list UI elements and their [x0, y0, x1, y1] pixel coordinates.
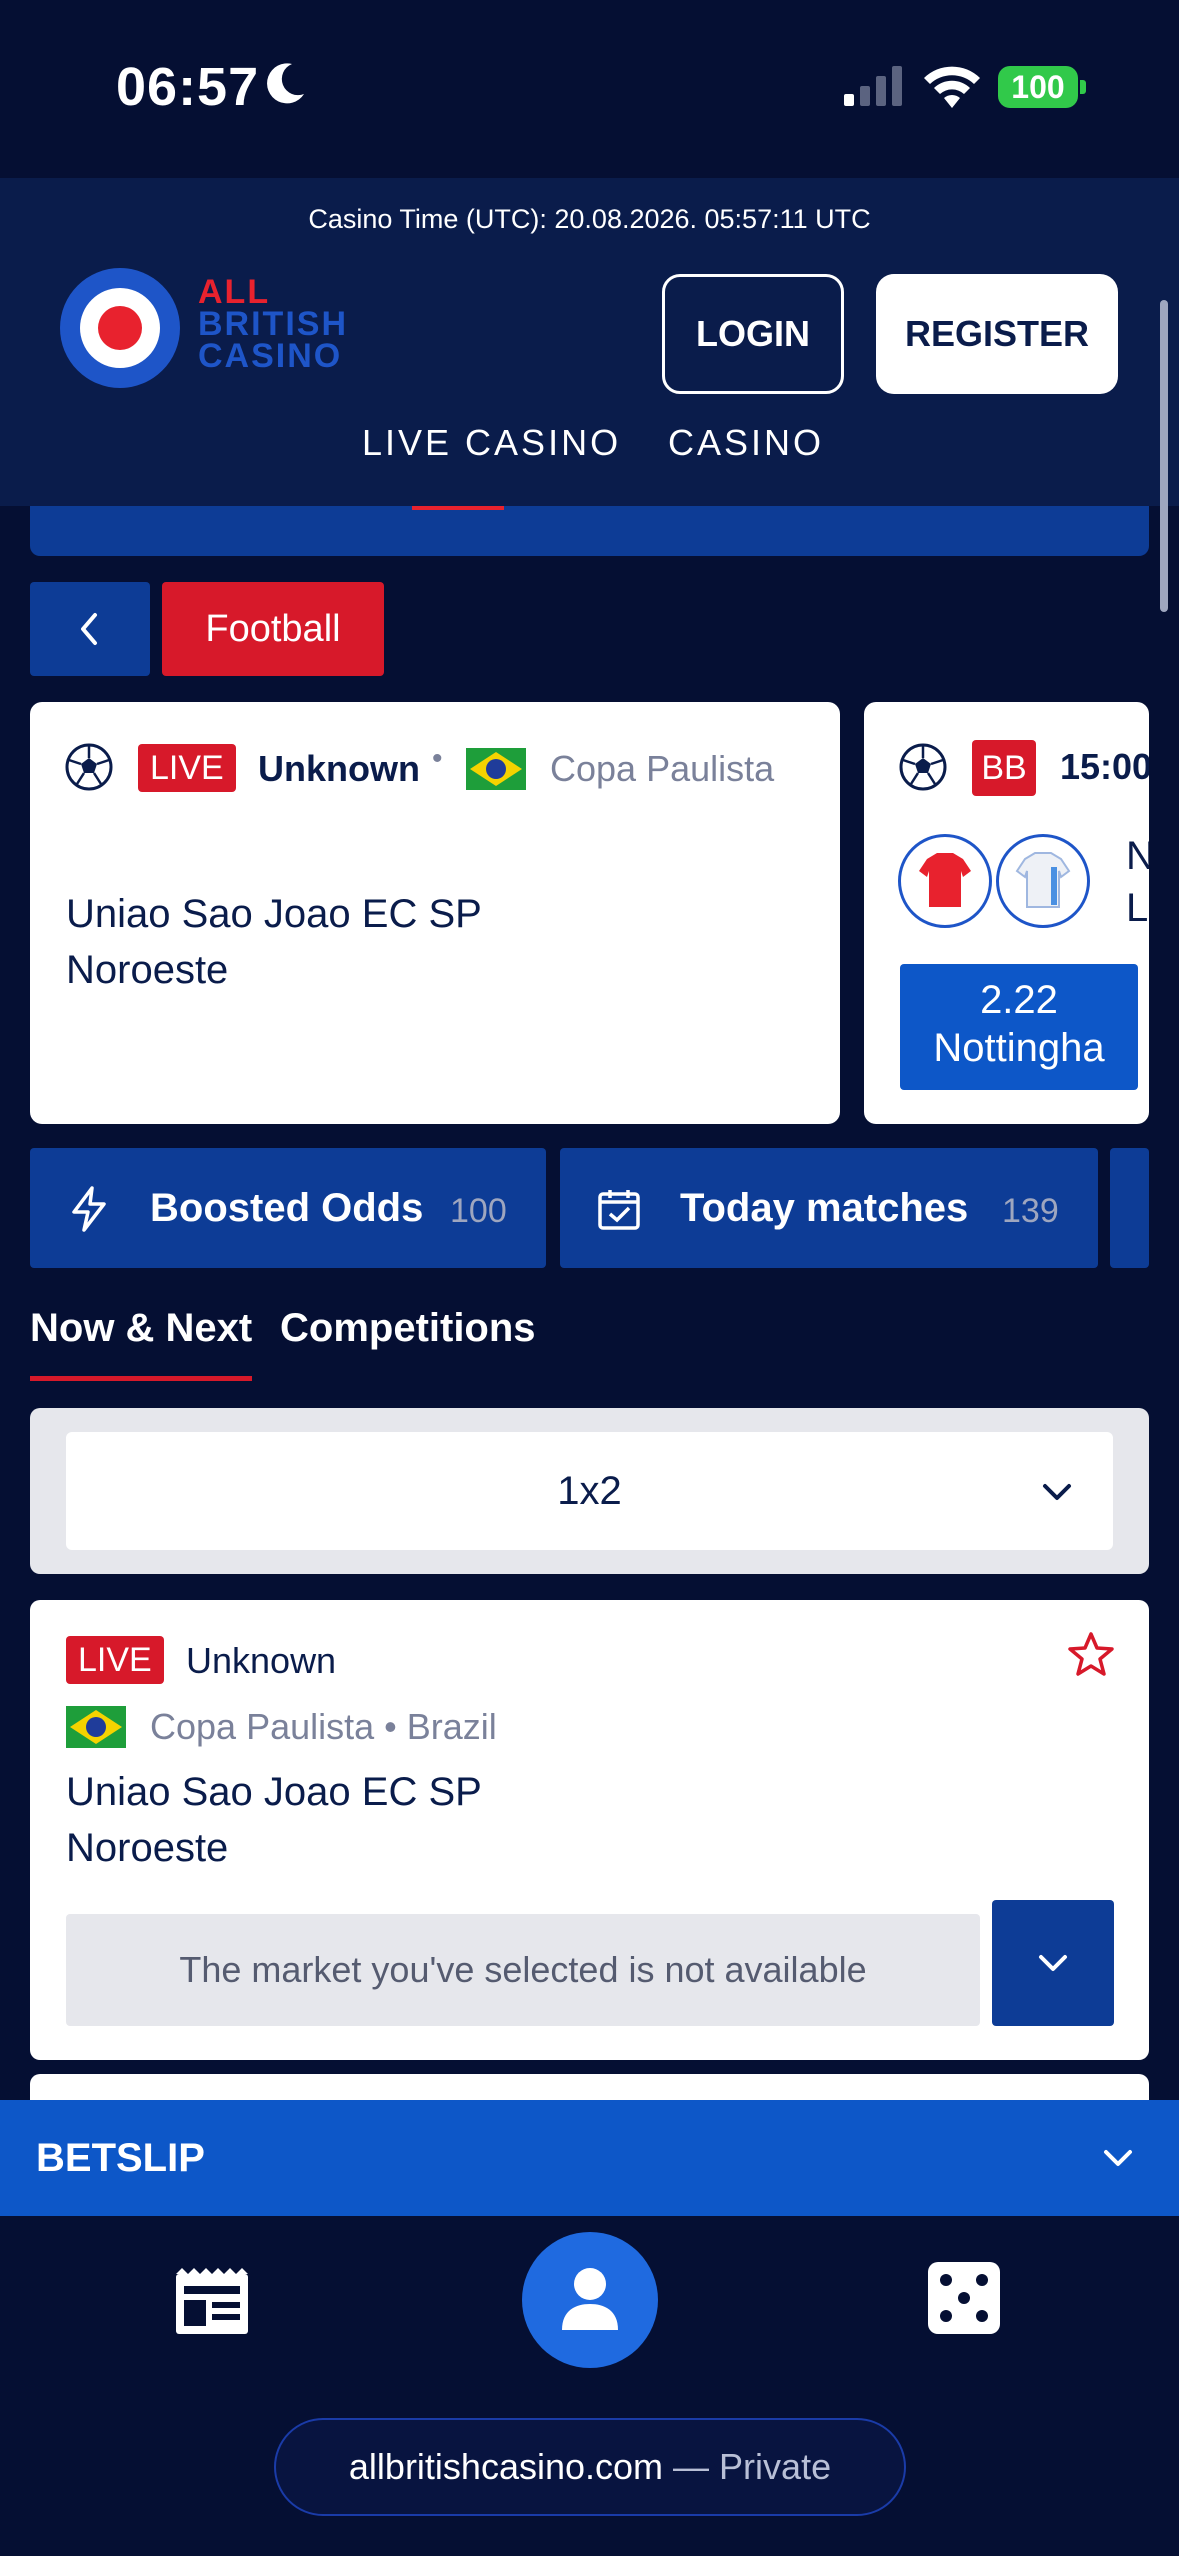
- today-matches-tile[interactable]: Today matches 139: [560, 1148, 1098, 1268]
- home-jersey-icon: [898, 834, 992, 928]
- away-team-initial: L: [1126, 886, 1149, 930]
- url-host: allbritishcasino.com: [348, 2446, 664, 2487]
- nav-casino[interactable]: CASINO: [668, 422, 824, 464]
- bet-builder-badge: BB: [972, 740, 1036, 796]
- team-names-truncated: N L: [1126, 830, 1149, 934]
- site-header: Casino Time (UTC): 20.08.2026. 05:57:11 …: [0, 178, 1179, 506]
- live-badge: LIVE: [138, 744, 236, 792]
- casino-time: Casino Time (UTC): 20.08.2026. 05:57:11 …: [308, 204, 871, 234]
- lightning-icon: [72, 1186, 106, 1232]
- tile-count: 139: [1002, 1192, 1059, 1230]
- market-selected-value: 1x2: [557, 1469, 622, 1513]
- chevron-down-icon: [1039, 1955, 1067, 1971]
- casino-dice-icon[interactable]: [928, 2262, 1000, 2334]
- sub-navigation-strip: [30, 506, 1149, 556]
- chevron-down-icon: [1104, 2150, 1132, 2166]
- tile-label: Today matches: [680, 1186, 969, 1230]
- tab-competitions[interactable]: Competitions: [280, 1306, 536, 1351]
- betslip-bar[interactable]: BETSLIP: [0, 2100, 1179, 2216]
- market-dropdown[interactable]: 1x2: [66, 1432, 1113, 1550]
- tile-label: Boosted Odds: [150, 1186, 424, 1230]
- odds-value: 2.22: [980, 978, 1058, 1022]
- away-team: Noroeste: [66, 948, 229, 992]
- football-icon: [65, 743, 113, 791]
- match-card[interactable]: LIVE Unknown Copa Paulista • Brazil Unia…: [30, 1600, 1149, 2060]
- battery-indicator: 100: [998, 66, 1078, 108]
- market-selector-container: 1x2: [30, 1408, 1149, 1574]
- back-button[interactable]: [30, 582, 150, 676]
- brazil-flag-icon: [66, 1706, 126, 1748]
- moon-icon: [267, 63, 304, 104]
- nav-live-casino[interactable]: LIVE CASINO: [362, 422, 621, 464]
- cellular-signal-icon: [844, 66, 902, 106]
- match-status: Unknown: [258, 748, 420, 789]
- browser-url-bar[interactable]: allbritishcasino.com — Private: [274, 2418, 906, 2516]
- market-unavailable-notice: The market you've selected is not availa…: [66, 1914, 980, 2026]
- home-team-initial: N: [1126, 834, 1149, 878]
- boosted-odds-tile[interactable]: Boosted Odds 100: [30, 1148, 546, 1268]
- status-time: 06:57: [116, 57, 260, 117]
- roundel-logo-icon[interactable]: [58, 266, 182, 390]
- battery-cap: [1080, 80, 1086, 94]
- home-team: Uniao Sao Joao EC SP: [66, 1770, 482, 1814]
- chevron-left-icon: [81, 613, 97, 645]
- betslip-label: BETSLIP: [36, 2136, 205, 2180]
- competition-name: Copa Paulista • Brazil: [150, 1706, 497, 1747]
- status-bar: 06:57 100: [0, 0, 1179, 178]
- odds-team: Nottingha: [933, 1026, 1105, 1070]
- featured-match-card-2[interactable]: BB 15:00 N L 2.22 Nottingha: [864, 702, 1149, 1124]
- separator-dot: •: [432, 742, 443, 775]
- sub-navigation-active-marker: [412, 506, 504, 510]
- competition-name: Copa Paulista: [550, 748, 775, 789]
- active-tab-indicator: [30, 1376, 252, 1381]
- expand-markets-button[interactable]: [992, 1900, 1114, 2026]
- wifi-icon: [924, 66, 980, 108]
- away-team: Noroeste: [66, 1826, 229, 1870]
- tile-count: 100: [450, 1192, 507, 1230]
- user-icon: [562, 2268, 618, 2330]
- match-teams: Uniao Sao Joao EC SP Noroeste: [66, 1764, 482, 1876]
- chevron-down-icon: [1043, 1484, 1071, 1500]
- scrollbar-thumb[interactable]: [1160, 300, 1168, 612]
- home-team: Uniao Sao Joao EC SP: [66, 892, 482, 936]
- live-badge: LIVE: [66, 1636, 164, 1684]
- featured-match-card[interactable]: LIVE Unknown • Copa Paulista Uniao Sao J…: [30, 702, 840, 1124]
- register-button[interactable]: REGISTER: [876, 274, 1118, 394]
- kickoff-time: 15:00: [1060, 746, 1149, 787]
- brand-line-1: ALL: [198, 273, 271, 311]
- football-icon: [899, 743, 947, 791]
- brand-line-3: CASINO: [198, 337, 343, 375]
- bottom-navigation: allbritishcasino.com — Private: [0, 2216, 1179, 2556]
- more-tile[interactable]: [1110, 1148, 1149, 1268]
- brand-line-2: BRITISH: [198, 305, 348, 343]
- account-button[interactable]: [522, 2232, 658, 2368]
- tab-now-next[interactable]: Now & Next: [30, 1306, 252, 1351]
- dice-dots: [940, 2274, 988, 2322]
- private-mode-label: — Private: [673, 2446, 832, 2487]
- calendar-check-icon: [598, 1190, 640, 1230]
- favourite-star-icon[interactable]: [1066, 1630, 1116, 1680]
- sport-tag-football[interactable]: Football: [162, 582, 384, 676]
- match-teams: Uniao Sao Joao EC SP Noroeste: [66, 886, 482, 998]
- match-status: Unknown: [186, 1640, 337, 1681]
- sportsbook-icon[interactable]: [172, 2264, 252, 2338]
- login-button[interactable]: LOGIN: [662, 274, 844, 394]
- brand-wordmark[interactable]: ALL BRITISH CASINO: [198, 273, 348, 375]
- odds-button[interactable]: 2.22 Nottingha: [900, 964, 1138, 1090]
- brazil-flag-icon: [466, 748, 526, 790]
- away-jersey-icon: [996, 834, 1090, 928]
